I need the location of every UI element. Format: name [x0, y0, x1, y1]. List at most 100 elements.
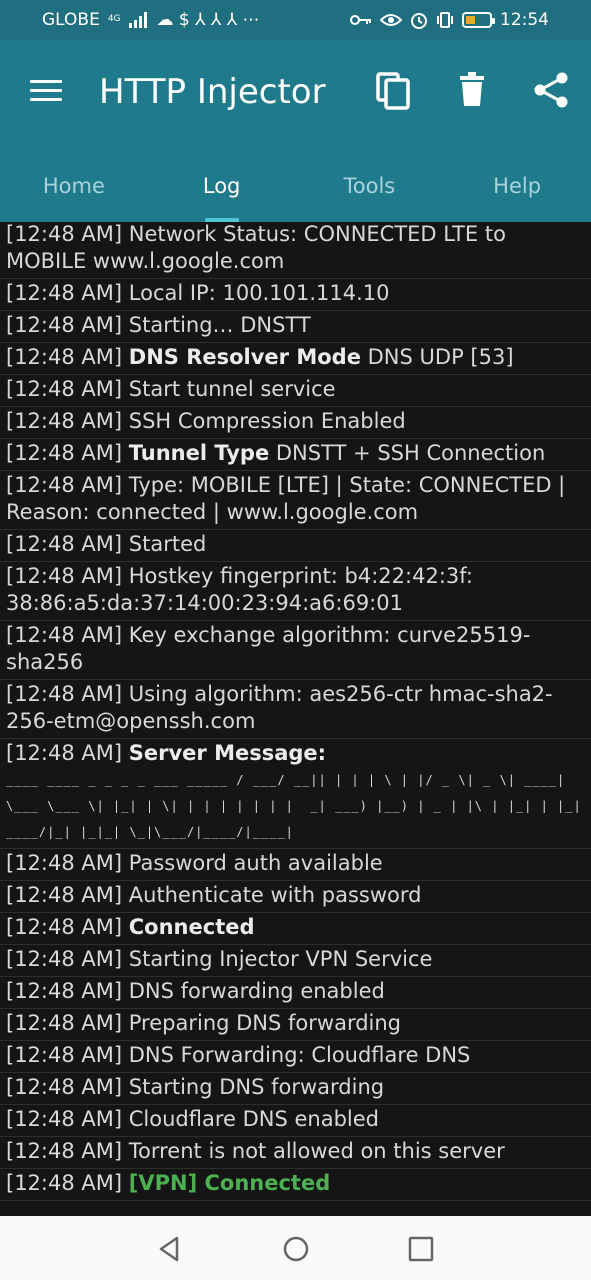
log-time: [12:48 AM]	[6, 441, 123, 465]
status-time: 12:54	[500, 10, 549, 30]
log-time: [12:48 AM]	[6, 532, 123, 556]
status-left: GLOBE 4G ☁ $ ⅄ ⅄ ⅄ ⋯	[42, 10, 260, 30]
log-list[interactable]: [12:48 AM] Network Status: CONNECTED LTE…	[0, 222, 591, 1216]
log-time: [12:48 AM]	[6, 741, 123, 765]
log-keyword: Tunnel Type	[128, 441, 270, 465]
copy-icon[interactable]	[374, 70, 414, 110]
log-message: Start tunnel service	[128, 377, 336, 401]
eye-icon	[380, 14, 402, 26]
log-entry: [12:48 AM] Preparing DNS forwarding	[0, 1009, 591, 1041]
log-entry: [12:48 AM] Key exchange algorithm: curve…	[0, 621, 591, 680]
log-time: [12:48 AM]	[6, 623, 123, 647]
log-entry: [12:48 AM] Server Message: ____ ____ _ _ …	[0, 739, 591, 849]
log-keyword: Connected	[128, 915, 255, 939]
status-right: 12:54	[350, 10, 549, 30]
app-title: HTTP Injector	[99, 72, 326, 112]
log-message: Preparing DNS forwarding	[128, 1011, 402, 1035]
log-time: [12:48 AM]	[6, 915, 123, 939]
log-time: [12:48 AM]	[6, 883, 123, 907]
network-type-label: 4G	[107, 13, 121, 24]
log-time: [12:48 AM]	[6, 851, 123, 875]
log-keyword: Server Message:	[128, 741, 327, 765]
log-time: [12:48 AM]	[6, 345, 123, 369]
log-message: Local IP: 100.101.114.10	[128, 281, 390, 305]
log-time: [12:48 AM]	[6, 1043, 123, 1067]
log-message: DNSTT + SSH Connection	[275, 441, 546, 465]
tab-help[interactable]: Help	[443, 150, 591, 222]
key-icon	[350, 15, 371, 25]
log-entry: [12:48 AM] Torrent is not allowed on thi…	[0, 1137, 591, 1169]
log-entry: [12:48 AM] DNS Resolver Mode DNS UDP [53…	[0, 343, 591, 375]
ascii-banner-line: \___ \___ \| |_| | \| | | | | | | | _| _…	[6, 799, 582, 813]
log-time: [12:48 AM]	[6, 377, 123, 401]
log-time: [12:48 AM]	[6, 564, 123, 588]
log-message: Cloudflare DNS enabled	[128, 1107, 380, 1131]
log-entry: [12:48 AM] Starting Injector VPN Service	[0, 945, 591, 977]
log-message: SSH Compression Enabled	[128, 409, 406, 433]
log-entry: [12:48 AM] DNS Forwarding: Cloudflare DN…	[0, 1041, 591, 1073]
tab-bar: Home Log Tools Help	[0, 150, 591, 222]
log-time: [12:48 AM]	[6, 1107, 123, 1131]
log-message: Starting Injector VPN Service	[128, 947, 433, 971]
log-status-green: [VPN] Connected	[128, 1171, 331, 1195]
recents-icon[interactable]	[406, 1234, 436, 1264]
log-time: [12:48 AM]	[6, 1075, 123, 1099]
log-entry: [12:48 AM] Starting… DNSTT	[0, 311, 591, 343]
log-time: [12:48 AM]	[6, 281, 123, 305]
log-message: Torrent is not allowed on this server	[128, 1139, 505, 1163]
log-time: [12:48 AM]	[6, 979, 123, 1003]
log-time: [12:48 AM]	[6, 409, 123, 433]
log-time: [12:48 AM]	[6, 473, 123, 497]
app-bar: HTTP Injector	[0, 40, 591, 150]
navigation-bar	[0, 1216, 591, 1280]
log-entry: [12:48 AM] Connected	[0, 913, 591, 945]
log-entry: [12:48 AM] [VPN] Connected	[0, 1169, 591, 1201]
log-time: [12:48 AM]	[6, 1011, 123, 1035]
battery-icon	[462, 12, 495, 28]
log-message: DNS Forwarding: Cloudflare DNS	[128, 1043, 471, 1067]
tab-home[interactable]: Home	[0, 150, 148, 222]
log-entry: [12:48 AM] Using algorithm: aes256-ctr h…	[0, 680, 591, 739]
carrier-label: GLOBE	[42, 10, 100, 30]
log-time: [12:48 AM]	[6, 1171, 123, 1195]
log-message: Starting DNS forwarding	[128, 1075, 385, 1099]
log-message: Authenticate with password	[128, 883, 422, 907]
status-bar: GLOBE 4G ☁ $ ⅄ ⅄ ⅄ ⋯ 12:54	[0, 0, 591, 40]
log-time: [12:48 AM]	[6, 947, 123, 971]
back-icon[interactable]	[155, 1234, 185, 1264]
log-entry: [12:48 AM] Hostkey fingerprint: b4:22:42…	[0, 562, 591, 621]
log-entry: [12:48 AM] Local IP: 100.101.114.10	[0, 279, 591, 311]
log-message: DNS forwarding enabled	[128, 979, 385, 1003]
log-entry: [12:48 AM] Start tunnel service	[0, 375, 591, 407]
log-keyword: DNS Resolver Mode	[128, 345, 361, 369]
share-icon[interactable]	[532, 70, 572, 110]
log-time: [12:48 AM]	[6, 682, 123, 706]
log-message: Starting… DNSTT	[128, 313, 311, 337]
log-entry: [12:48 AM] Network Status: CONNECTED LTE…	[0, 222, 591, 279]
log-entry: [12:48 AM] DNS forwarding enabled	[0, 977, 591, 1009]
log-entry: [12:48 AM] Type: MOBILE [LTE] | State: C…	[0, 471, 591, 530]
log-entry: [12:48 AM] Started	[0, 530, 591, 562]
log-time: [12:48 AM]	[6, 313, 123, 337]
vibrate-icon	[437, 12, 453, 28]
log-entry: [12:48 AM] Starting DNS forwarding	[0, 1073, 591, 1105]
alarm-icon	[411, 13, 427, 29]
log-entry: [12:48 AM] Authenticate with password	[0, 881, 591, 913]
log-entry: [12:48 AM] Tunnel Type DNSTT + SSH Conne…	[0, 439, 591, 471]
log-entry: [12:48 AM] Password auth available	[0, 849, 591, 881]
menu-icon[interactable]	[30, 80, 62, 104]
log-time: [12:48 AM]	[6, 222, 123, 246]
notification-icons: ☁ $ ⅄ ⅄ ⅄ ⋯	[156, 10, 260, 30]
log-message: Started	[128, 532, 207, 556]
signal-icon	[128, 12, 147, 28]
log-entry: [12:48 AM] Cloudflare DNS enabled	[0, 1105, 591, 1137]
log-message: Password auth available	[128, 851, 383, 875]
log-time: [12:48 AM]	[6, 1139, 123, 1163]
ascii-banner-line: ____/|_| |_|_| \_|\___/|____/|____|	[6, 825, 294, 839]
tab-tools[interactable]: Tools	[296, 150, 444, 222]
ascii-banner-line: ____ ____ _ _ _ _ ___ _____ / ___/ __|| …	[6, 773, 566, 787]
home-icon[interactable]	[281, 1234, 311, 1264]
delete-icon[interactable]	[452, 70, 492, 110]
log-message: DNS UDP [53]	[367, 345, 514, 369]
tab-log[interactable]: Log	[148, 150, 296, 222]
